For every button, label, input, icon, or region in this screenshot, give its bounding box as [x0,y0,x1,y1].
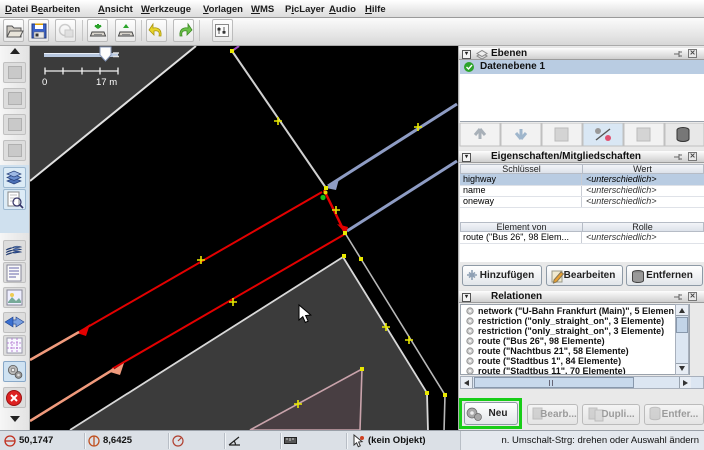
svg-text:0: 0 [42,77,47,88]
svg-text:17 m: 17 m [96,77,117,88]
